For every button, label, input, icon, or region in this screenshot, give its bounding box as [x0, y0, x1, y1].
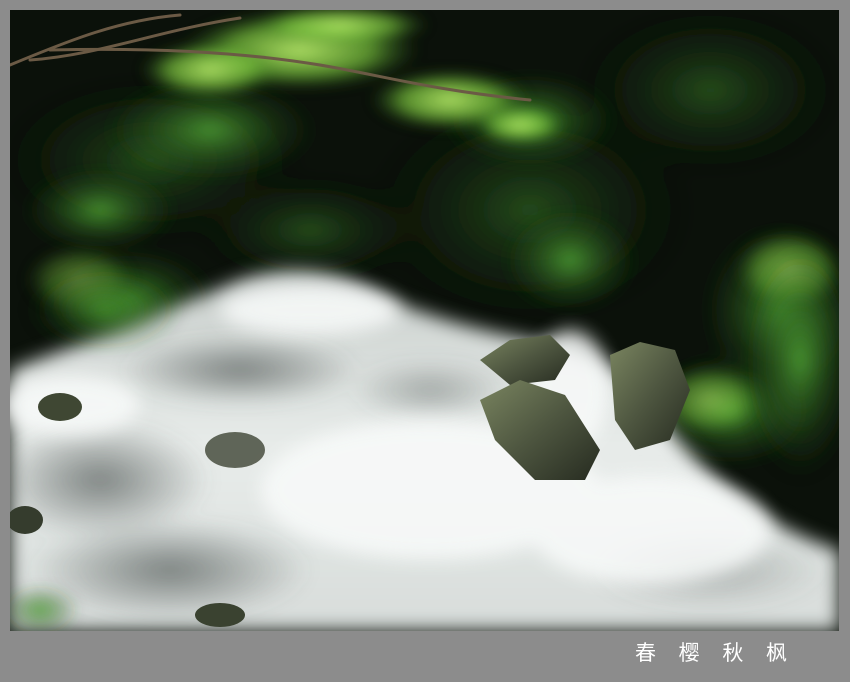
- stream-scene: [10, 10, 839, 631]
- waterfall-photo: [10, 10, 839, 631]
- photo-frame: 春 樱 秋 枫: [0, 0, 850, 682]
- photo-caption: 春 樱 秋 枫: [634, 641, 795, 665]
